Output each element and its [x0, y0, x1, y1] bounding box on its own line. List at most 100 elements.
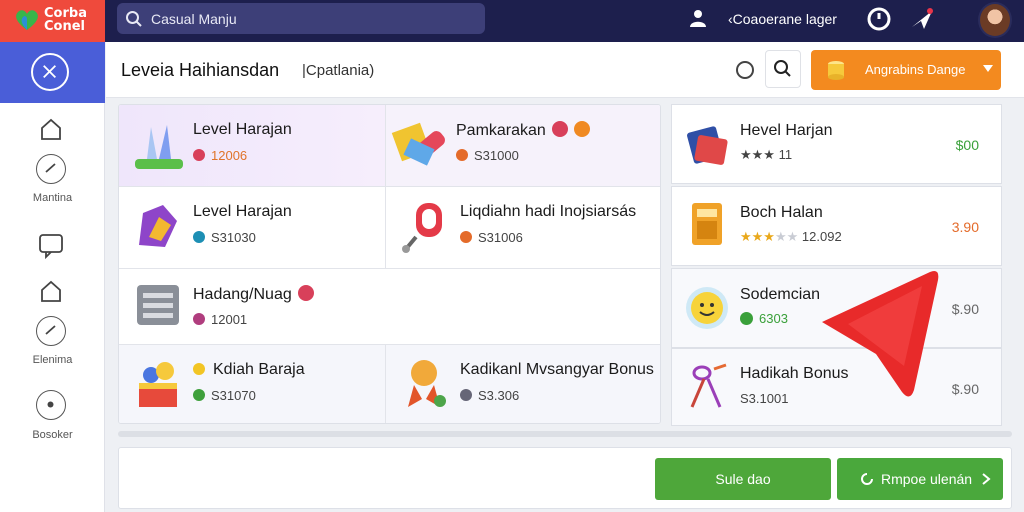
upgrade-label: Angrabins Dange: [865, 62, 966, 77]
item-status-dot: [193, 313, 205, 325]
book-icon: [687, 126, 728, 165]
chevron-right-icon: [982, 473, 991, 485]
rabbit-ears-icon: [135, 125, 183, 169]
item-name-text: Kdiah Baraja: [213, 361, 305, 378]
item-status-dot: [193, 149, 205, 161]
item-name-text: Pamkarakan: [456, 122, 546, 139]
candy-icon: [391, 122, 445, 166]
item-name: Sodemcian: [740, 286, 821, 303]
item-name: Liqdiahn hadi Inojsiarsás: [460, 203, 637, 220]
grid-item[interactable]: Level Harajan 12006: [119, 105, 386, 187]
sidebar-item-label: Elenima: [32, 354, 73, 366]
scissors-icon: [690, 363, 727, 408]
action-bar: Sule dao Rmpoe ulenán: [118, 447, 1012, 509]
item-name-text: Hadang/Nuag: [193, 286, 292, 303]
list-item[interactable]: Boch Halan ★★★★★ 12.092 3.90: [671, 186, 1002, 266]
item-meta-value: 6303: [759, 311, 788, 326]
item-price: $.90: [951, 301, 979, 317]
item-meta-value: 12.092: [801, 229, 842, 244]
list-item[interactable]: Hevel Harjan ★★★ 11 $00: [671, 104, 1002, 184]
verified-badge-icon: [297, 285, 314, 301]
grid-item[interactable]: Level Harajan S31030: [119, 187, 386, 269]
timer-icon[interactable]: [867, 7, 891, 31]
smiley-icon: [686, 287, 728, 329]
item-name: Boch Halan: [740, 204, 823, 221]
logo-line2: Conel: [44, 19, 85, 34]
horizontal-scrollbar[interactable]: [118, 431, 1012, 437]
verified-badge-icon: [551, 121, 568, 137]
gift-basket-icon: [139, 362, 177, 407]
item-price: $.90: [951, 381, 979, 397]
item-meta-value: S31000: [474, 148, 519, 163]
item-meta: S31000: [456, 148, 519, 163]
item-name: Level Harajan: [193, 121, 292, 138]
home-icon[interactable]: [36, 276, 66, 306]
secondary-button-label: Rmpoe ulenán: [881, 471, 973, 487]
item-meta: S31070: [193, 388, 256, 403]
compass-icon[interactable]: [36, 316, 66, 346]
item-name: Hadang/Nuag: [193, 285, 314, 304]
sidebar-item-edit[interactable]: [0, 42, 105, 103]
primary-button[interactable]: Sule dao: [655, 458, 831, 500]
rating-stars-icon: ★★★★★: [740, 229, 799, 244]
upgrade-button[interactable]: Angrabins Dange: [811, 50, 1001, 90]
grid-item[interactable]: Kadikanl Mvsangyar Bonus S3.306: [386, 345, 660, 423]
item-meta-value: S31006: [478, 230, 523, 245]
item-price: $00: [955, 137, 979, 153]
item-price: 3.90: [951, 219, 979, 235]
refresh-icon[interactable]: [736, 61, 754, 79]
item-status-dot: [193, 231, 205, 243]
header-search-button[interactable]: [765, 50, 801, 88]
page-header: Leveia Haihiansdan |Cpatlania) Angrabins…: [106, 42, 1024, 98]
grid-item[interactable]: Hadang/Nuag 12001: [119, 269, 660, 345]
item-rating: ★★★ 11: [740, 147, 793, 162]
key-tag-icon: [402, 203, 442, 253]
grid-item[interactable]: Kdiah Baraja S31070: [119, 345, 386, 423]
chat-icon[interactable]: [36, 230, 66, 260]
item-meta: S3.306: [460, 388, 519, 403]
item-status-dot: [456, 149, 468, 161]
magic-glove-icon: [139, 205, 177, 247]
item-meta: 12006: [193, 148, 247, 163]
grid-item[interactable]: Pamkarakan S31000: [386, 105, 660, 187]
user-icon[interactable]: [688, 8, 708, 28]
item-meta: S31030: [193, 230, 256, 245]
notification-plane-icon[interactable]: [910, 7, 934, 31]
secondary-button[interactable]: Rmpoe ulenán: [837, 458, 1003, 500]
medal-icon: [408, 360, 446, 407]
item-meta-value: S31070: [211, 388, 256, 403]
item-name: Kadikanl Mvsangyar Bonus: [460, 361, 654, 378]
page-subtitle: |Cpatlania): [302, 62, 375, 79]
item-meta-value: S3.306: [478, 388, 520, 403]
logo-heart-icon: [16, 10, 38, 30]
compass-needle-icon: [45, 325, 56, 335]
compass-icon[interactable]: [36, 154, 66, 184]
account-label[interactable]: ‹Coaoerane lager: [728, 11, 837, 27]
settings-icon[interactable]: [36, 390, 66, 420]
search-input[interactable]: Casual Manju: [117, 3, 485, 34]
item-meta: S3.1001: [740, 391, 789, 406]
item-meta: ★★★★★ 12.092: [740, 229, 842, 245]
item-meta-value: S31030: [211, 230, 256, 245]
search-icon: [774, 60, 791, 77]
app-logo[interactable]: Corba Conel: [0, 0, 105, 42]
item-name: Level Harajan: [193, 203, 292, 220]
search-value: Casual Manju: [151, 11, 237, 27]
server-icon: [137, 285, 179, 325]
sidebar-item-label: Bosoker: [32, 429, 73, 441]
grid-item[interactable]: Liqdiahn hadi Inojsiarsás S31006: [386, 187, 660, 269]
home-icon[interactable]: [36, 114, 66, 144]
avatar[interactable]: [978, 2, 1012, 38]
item-name: Kdiah Baraja: [193, 361, 305, 379]
item-meta-value: 12006: [211, 148, 248, 163]
search-icon: [126, 11, 142, 27]
top-bar: Corba Conel Casual Manju ‹Coaoerane lage…: [0, 0, 1024, 42]
check-icon: [740, 312, 753, 325]
item-status-dot: [460, 231, 472, 243]
sidebar-item-label: Mantina: [32, 192, 73, 204]
edit-icon: [31, 53, 69, 91]
refresh-icon: [861, 473, 873, 485]
item-meta: 6303: [740, 311, 788, 326]
coin-stack-icon: [828, 61, 844, 80]
page-title: Leveia Haihiansdan: [121, 60, 280, 80]
